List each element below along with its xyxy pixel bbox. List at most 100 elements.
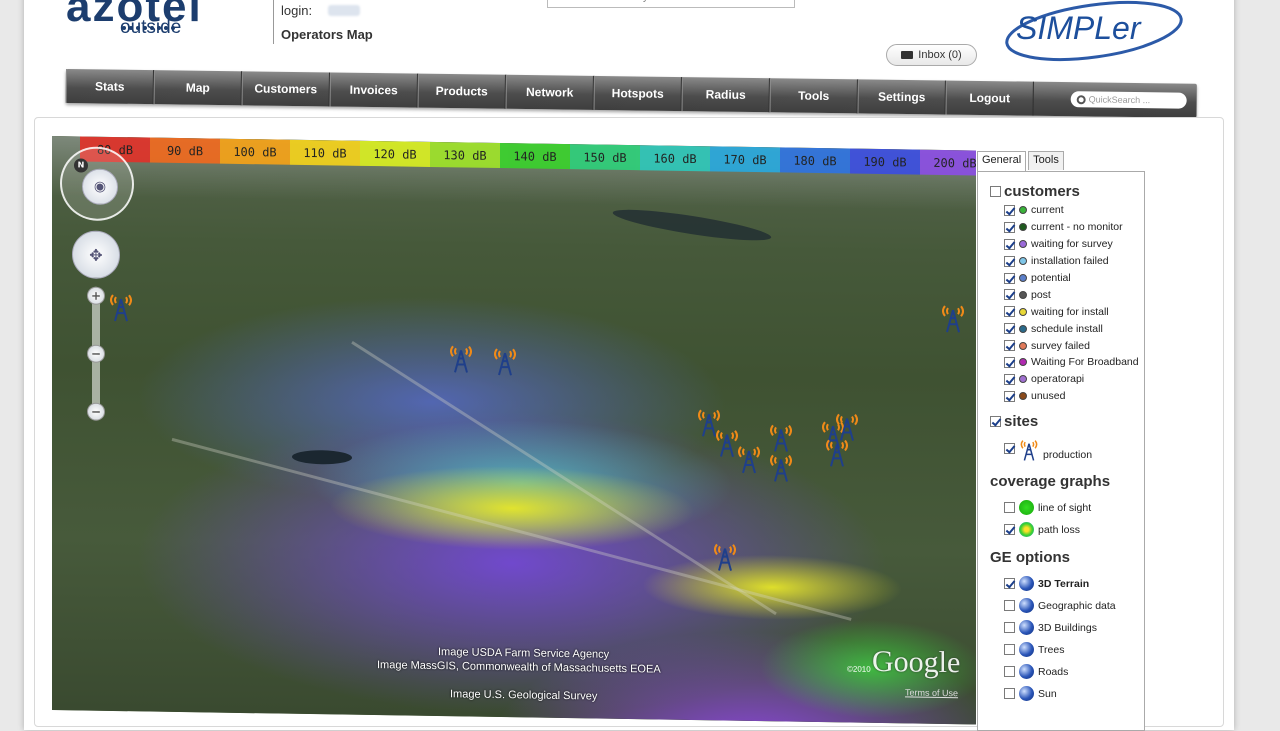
ge-options-header: GE options [990, 549, 1070, 567]
status-dot-icon [1019, 240, 1027, 249]
customer-status-row[interactable]: unused [990, 388, 1144, 405]
line-of-sight-row[interactable]: line of sight [990, 497, 1144, 519]
customer-status-label: operatorapi [1031, 373, 1085, 386]
tab-general[interactable]: General [977, 151, 1027, 171]
tower-icon[interactable] [940, 300, 966, 334]
ge-option-checkbox[interactable] [1004, 600, 1015, 612]
tower-icon[interactable] [712, 538, 738, 572]
customer-status-row[interactable]: post [990, 286, 1144, 303]
customer-status-checkbox[interactable] [1004, 221, 1015, 233]
customer-status-checkbox[interactable] [1004, 238, 1015, 250]
customer-status-checkbox[interactable] [1004, 390, 1015, 402]
customer-status-label: potential [1031, 272, 1071, 284]
path-loss-icon [1019, 522, 1034, 538]
status-dot-icon [1019, 307, 1027, 316]
customer-status-row[interactable]: operatorapi [990, 371, 1144, 388]
look-around-icon[interactable]: ◉ [82, 168, 118, 206]
logo-subtitle: outside [120, 17, 182, 38]
tower-icon[interactable] [492, 343, 518, 377]
path-loss-checkbox[interactable] [1004, 524, 1015, 536]
status-dot-icon [1019, 358, 1027, 367]
db-scale-cell: 120 dB [360, 140, 430, 167]
customer-status-checkbox[interactable] [1004, 356, 1015, 368]
customers-section-header: customers [990, 180, 1144, 202]
customer-status-checkbox[interactable] [1004, 373, 1015, 385]
customers-checkbox[interactable] [990, 185, 1001, 197]
tower-icon[interactable] [108, 289, 134, 323]
customer-status-row[interactable]: waiting for survey [990, 236, 1144, 253]
ge-option-checkbox[interactable] [1004, 644, 1015, 656]
terms-of-use-link[interactable]: Terms of Use [905, 687, 958, 698]
tower-icon[interactable] [448, 340, 474, 374]
customer-status-row[interactable]: schedule install [990, 320, 1144, 337]
customer-status-checkbox[interactable] [1004, 204, 1015, 216]
ge-option-checkbox[interactable] [1004, 622, 1015, 634]
nav-settings[interactable]: Settings [857, 79, 946, 115]
customer-status-row[interactable]: current [990, 202, 1144, 219]
ge-option-row[interactable]: Roads [990, 661, 1144, 683]
ge-option-row[interactable]: 3D Terrain [990, 573, 1144, 595]
nav-invoices[interactable]: Invoices [329, 72, 418, 108]
ge-option-row[interactable]: 3D Buildings [990, 617, 1144, 639]
tower-icon[interactable] [736, 441, 762, 475]
ge-option-checkbox[interactable] [1004, 688, 1015, 700]
customer-status-checkbox[interactable] [1004, 306, 1015, 318]
ge-option-checkbox[interactable] [1004, 578, 1015, 590]
nav-hotspots[interactable]: Hotspots [593, 75, 682, 112]
customer-status-row[interactable]: waiting for install [990, 303, 1144, 320]
zoom-slider-handle[interactable]: − [87, 344, 105, 363]
customer-status-row[interactable]: current - no monitor [990, 219, 1144, 236]
ge-option-row[interactable]: Sun [990, 683, 1144, 705]
page-title: Operators Map [281, 27, 373, 42]
compass-north-indicator[interactable]: N [74, 158, 88, 173]
tower-icon[interactable] [824, 434, 850, 468]
zoom-in-button[interactable]: + [87, 286, 105, 305]
nav-stats[interactable]: Stats [65, 69, 154, 105]
quicksearch-input[interactable]: QuickSearch ... [1070, 91, 1187, 109]
customer-status-checkbox[interactable] [1004, 289, 1015, 301]
ge-option-row[interactable]: Geographic data [990, 595, 1144, 617]
path-loss-row[interactable]: path loss [990, 519, 1144, 541]
recently-viewed-customers[interactable]: Recently viewed Customers [547, 0, 795, 8]
header-divider [273, 0, 274, 44]
db-scale-cell: 190 dB [850, 148, 920, 175]
zoom-out-button[interactable]: − [87, 402, 105, 421]
customer-status-checkbox[interactable] [1004, 255, 1015, 267]
map-copyright: ©2010 [847, 664, 871, 674]
sites-checkbox[interactable] [990, 416, 1001, 428]
tower-icon[interactable] [768, 449, 794, 483]
nav-tools[interactable]: Tools [769, 78, 858, 114]
google-earth-map[interactable]: 80 dB 90 dB 100 dB 110 dB 120 dB 130 dB 140 dB… [52, 136, 976, 725]
production-checkbox[interactable] [1004, 443, 1015, 455]
ge-options-list: 3D Terrain Geographic data 3D Buildings Tre… [990, 573, 1144, 705]
production-label: production [1043, 448, 1093, 461]
nav-logout[interactable]: Logout [945, 80, 1034, 116]
customer-status-label: installation failed [1031, 255, 1109, 268]
nav-network[interactable]: Network [505, 74, 594, 110]
simpler-brand-text: SIMPLer [1016, 10, 1141, 46]
nav-customers[interactable]: Customers [241, 71, 330, 107]
customer-status-label: Waiting For Broadband [1031, 356, 1139, 369]
customer-status-row[interactable]: installation failed [990, 253, 1144, 270]
customer-status-checkbox[interactable] [1004, 323, 1015, 335]
db-scale-cell: 180 dB [780, 147, 850, 174]
tab-tools[interactable]: Tools [1028, 151, 1064, 170]
customer-status-checkbox[interactable] [1004, 340, 1015, 352]
ge-option-checkbox[interactable] [1004, 666, 1015, 678]
db-scale-cell: 170 dB [710, 146, 780, 173]
pan-control-icon[interactable]: ✥ [72, 230, 120, 280]
nav-map[interactable]: Map [153, 70, 242, 106]
customer-status-checkbox[interactable] [1004, 272, 1015, 284]
db-scale-cell: 110 dB [290, 139, 360, 166]
navigation-compass[interactable]: N ◉ [60, 146, 134, 222]
inbox-button[interactable]: Inbox (0) [886, 44, 977, 66]
nav-products[interactable]: Products [417, 73, 506, 109]
line-of-sight-checkbox[interactable] [1004, 502, 1015, 514]
nav-radius[interactable]: Radius [681, 77, 770, 113]
customer-status-row[interactable]: survey failed [990, 337, 1144, 354]
customer-status-row[interactable]: Waiting For Broadband [990, 354, 1144, 371]
ge-option-row[interactable]: Trees [990, 639, 1144, 661]
customer-status-row[interactable]: potential [990, 270, 1144, 287]
site-production-row[interactable]: production [990, 433, 1144, 465]
login-username-redacted [328, 5, 360, 16]
